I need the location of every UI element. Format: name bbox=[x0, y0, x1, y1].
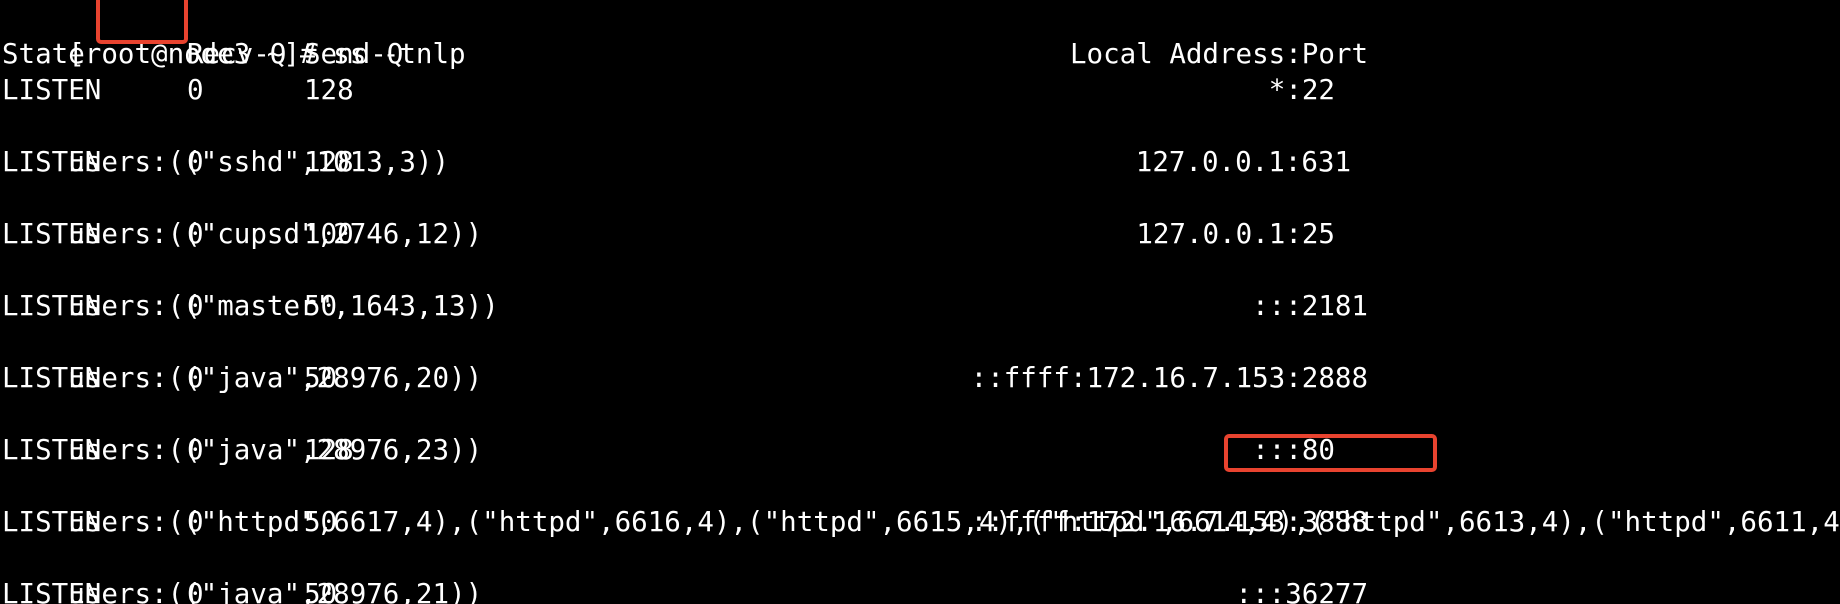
row-recv-q: 0 bbox=[187, 434, 204, 466]
row-send-q: 50 bbox=[304, 578, 338, 604]
listen-row: LISTEN 0 100 127.0.0.1:25 bbox=[2, 216, 1838, 252]
listen-row: LISTEN 0 128 :::80 bbox=[2, 432, 1838, 468]
row-send-q: 50 bbox=[304, 290, 338, 322]
row-state: LISTEN bbox=[2, 578, 102, 604]
row-local-address: :::80 bbox=[1252, 434, 1335, 466]
row-recv-q: 0 bbox=[187, 362, 204, 394]
row-state: LISTEN bbox=[2, 146, 102, 178]
listen-row: LISTEN 0 50 ::ffff:172.16.7.153:3888 bbox=[2, 504, 1838, 540]
row-state: LISTEN bbox=[2, 74, 102, 106]
row-send-q: 128 bbox=[304, 74, 354, 106]
row-send-q: 128 bbox=[304, 434, 354, 466]
row-local-address: ::ffff:172.16.7.153:3888 bbox=[970, 506, 1368, 538]
row-recv-q: 0 bbox=[187, 146, 204, 178]
users-row: users:(("java",28976,21)) bbox=[2, 540, 482, 604]
listen-row: LISTEN 0 50 :::2181 bbox=[2, 288, 1838, 324]
row-recv-q: 0 bbox=[187, 506, 204, 538]
listen-row: LISTEN 0 50 :::36277 bbox=[2, 576, 1838, 604]
users-row: users:(("java",28976,20)) bbox=[2, 324, 482, 394]
row-recv-q: 0 bbox=[187, 218, 204, 250]
output-header-row: State Recv-Q Send-Q Local Address:Port bbox=[2, 36, 1838, 72]
row-send-q: 50 bbox=[304, 362, 338, 394]
row-send-q: 100 bbox=[304, 218, 354, 250]
row-send-q: 50 bbox=[304, 506, 338, 538]
row-local-address: :::36277 bbox=[1235, 578, 1368, 604]
users-row: users:(("httpd",6617,4),("httpd",6616,4)… bbox=[2, 468, 1840, 538]
row-local-address: 127.0.0.1:631 bbox=[1135, 146, 1351, 178]
header-recv-q: Recv-Q bbox=[187, 38, 287, 70]
row-recv-q: 0 bbox=[187, 578, 204, 604]
row-recv-q: 0 bbox=[187, 290, 204, 322]
listen-row: LISTEN 0 128 *:22 bbox=[2, 72, 1838, 108]
row-state: LISTEN bbox=[2, 434, 102, 466]
row-local-address: 127.0.0.1:25 bbox=[1136, 218, 1335, 250]
row-state: LISTEN bbox=[2, 506, 102, 538]
row-local-address: *:22 bbox=[1268, 74, 1335, 106]
row-send-q: 128 bbox=[304, 146, 354, 178]
row-state: LISTEN bbox=[2, 362, 102, 394]
row-local-address: :::2181 bbox=[1252, 290, 1368, 322]
header-state: State bbox=[2, 38, 85, 70]
row-state: LISTEN bbox=[2, 290, 102, 322]
listen-row: LISTEN 0 128 127.0.0.1:631 bbox=[2, 144, 1838, 180]
header-send-q: Send-Q bbox=[304, 38, 404, 70]
header-local-address: Local Address:Port bbox=[1069, 38, 1368, 70]
terminal-window[interactable]: [root@node3 ~]# ss -tnlp State Recv-Q Se… bbox=[0, 0, 1840, 604]
users-row: users:(("cupsd",2746,12)) bbox=[2, 180, 482, 250]
row-recv-q: 0 bbox=[187, 74, 204, 106]
users-row: users:(("master",1643,13)) bbox=[2, 252, 498, 322]
command-prompt-line: [root@node3 ~]# ss -tnlp bbox=[2, 0, 465, 70]
listen-row: LISTEN 0 50 ::ffff:172.16.7.153:2888 bbox=[2, 360, 1838, 396]
row-state: LISTEN bbox=[2, 218, 102, 250]
row-local-address: ::ffff:172.16.7.153:2888 bbox=[970, 362, 1368, 394]
users-row: users:(("java",28976,23)) bbox=[2, 396, 482, 466]
users-row: users:(("sshd",1013,3)) bbox=[2, 108, 449, 178]
